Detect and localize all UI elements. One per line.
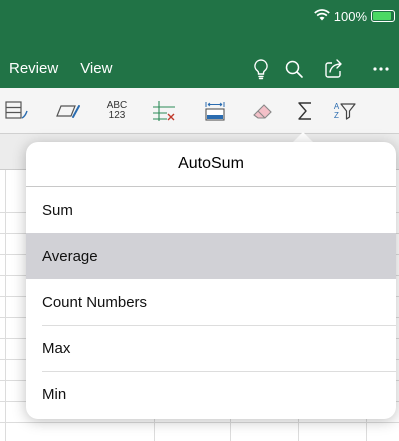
- lightbulb-icon[interactable]: [248, 55, 274, 83]
- header-actions: [248, 55, 399, 83]
- wifi-icon: [313, 8, 330, 24]
- battery-percentage: 100%: [333, 8, 367, 24]
- menu-item-max[interactable]: Max: [26, 325, 396, 371]
- column-width-icon[interactable]: [200, 96, 230, 126]
- menu-item-sum[interactable]: Sum: [26, 187, 396, 233]
- format-cells-icon[interactable]: [2, 96, 32, 126]
- clear-format-icon[interactable]: [53, 96, 83, 126]
- menu-item-average[interactable]: Average: [26, 233, 396, 279]
- tab-view[interactable]: View: [76, 60, 120, 77]
- number-format-icon[interactable]: ABC 123: [102, 96, 132, 126]
- ribbon-toolbar: ABC 123 A Z: [0, 88, 399, 134]
- autosum-icon[interactable]: [290, 96, 320, 126]
- popover-title: AutoSum: [26, 142, 396, 187]
- battery-icon: [371, 10, 395, 22]
- menu-item-min[interactable]: Min: [26, 371, 396, 417]
- eraser-icon[interactable]: [248, 96, 278, 126]
- autosum-popover: AutoSum Sum Average Count Numbers Max Mi…: [26, 142, 396, 419]
- sort-filter-icon[interactable]: A Z: [330, 96, 360, 126]
- share-icon[interactable]: [321, 55, 347, 83]
- ribbon-header: 100% Review View: [0, 0, 399, 88]
- filter-icon: [340, 103, 356, 120]
- sort-az-icon: A Z: [333, 102, 340, 120]
- menu-item-count-numbers[interactable]: Count Numbers: [26, 279, 396, 325]
- search-icon[interactable]: [281, 55, 307, 83]
- status-bar: 100%: [313, 5, 395, 27]
- tab-review[interactable]: Review: [9, 60, 58, 77]
- more-icon[interactable]: [368, 55, 394, 83]
- delete-cells-icon[interactable]: [150, 96, 180, 126]
- ribbon-tabs: Review View: [0, 56, 120, 80]
